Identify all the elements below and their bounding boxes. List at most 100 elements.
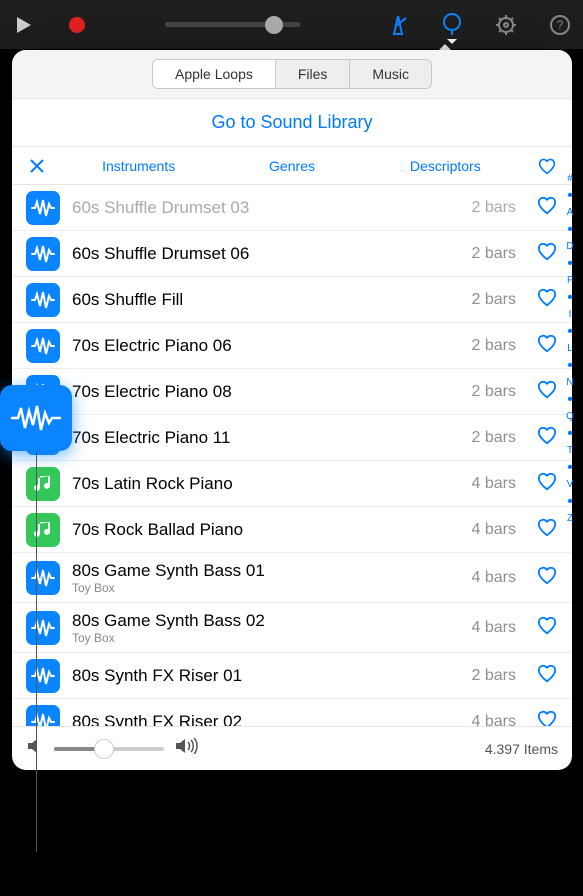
segment-music[interactable]: Music (350, 60, 431, 88)
index-letter[interactable]: Q (560, 408, 580, 425)
waveform-icon (26, 237, 60, 271)
loop-pack: Toy Box (72, 631, 460, 645)
play-icon[interactable] (10, 12, 36, 38)
index-letter[interactable]: D (560, 238, 580, 255)
volume-min-icon (26, 738, 44, 759)
loop-title: 70s Electric Piano 08 (72, 382, 460, 402)
loop-row-text: 80s Synth FX Riser 01 (72, 666, 460, 686)
loop-row-text: 60s Shuffle Drumset 06 (72, 244, 460, 264)
index-dot: • (560, 425, 580, 442)
segment-files[interactable]: Files (276, 60, 351, 88)
index-dot: • (560, 459, 580, 476)
index-dot: • (560, 391, 580, 408)
favorite-toggle[interactable] (536, 425, 558, 450)
favorite-toggle[interactable] (536, 565, 558, 590)
loop-title: 70s Latin Rock Piano (72, 474, 460, 494)
source-segmented-control: Apple Loops Files Music (12, 50, 572, 99)
loop-browser-panel: Apple Loops Files Music Go to Sound Libr… (12, 50, 572, 770)
loop-title: 70s Electric Piano 06 (72, 336, 460, 356)
playhead-thumb[interactable] (265, 16, 283, 34)
index-dot: • (560, 255, 580, 272)
loop-length: 2 bars (472, 429, 516, 447)
loop-row-text: 70s Electric Piano 11 (72, 428, 460, 448)
loop-row[interactable]: 60s Shuffle Drumset 03 2 bars (12, 185, 572, 231)
metronome-icon[interactable] (385, 12, 411, 38)
filter-tab-instruments[interactable]: Instruments (62, 158, 215, 174)
record-icon[interactable] (64, 12, 90, 38)
index-letter[interactable]: F (560, 272, 580, 289)
waveform-icon (26, 329, 60, 363)
index-letter[interactable]: A (560, 204, 580, 221)
index-dot: • (560, 289, 580, 306)
loop-row[interactable]: 80s Synth FX Riser 01 2 bars (12, 653, 572, 699)
index-dot: • (560, 221, 580, 238)
loop-title: 80s Game Synth Bass 02 (72, 611, 460, 631)
loop-row-text: 70s Rock Ballad Piano (72, 520, 460, 540)
loop-title: 60s Shuffle Drumset 03 (72, 198, 460, 218)
loop-length: 4 bars (472, 619, 516, 637)
favorite-toggle[interactable] (536, 333, 558, 358)
filter-bar: Instruments Genres Descriptors (12, 147, 572, 185)
loop-row[interactable]: 70s Electric Piano 062 bars (12, 323, 572, 369)
loop-row-text: 60s Shuffle Fill (72, 290, 460, 310)
loop-list[interactable]: 60s Shuffle Drumset 032 bars60s Shuffle … (12, 185, 572, 726)
loop-title: 80s Synth FX Riser 01 (72, 666, 460, 686)
loop-length: 2 bars (472, 199, 516, 217)
favorite-toggle[interactable] (536, 615, 558, 640)
loop-browser-icon[interactable] (439, 12, 465, 38)
loop-title: 70s Rock Ballad Piano (72, 520, 460, 540)
index-dot: • (560, 187, 580, 204)
loop-row-text: 60s Shuffle Drumset 03 (72, 198, 460, 218)
guide-line (36, 452, 37, 852)
loop-length: 2 bars (472, 291, 516, 309)
loop-row[interactable]: 70s Electric Piano 082 bars (12, 369, 572, 415)
filter-tab-descriptors[interactable]: Descriptors (369, 158, 522, 174)
clear-filters-button[interactable] (12, 157, 62, 175)
favorite-toggle[interactable] (536, 195, 558, 220)
loop-row[interactable]: 60s Shuffle Fill 2 bars (12, 277, 572, 323)
loop-length: 2 bars (472, 245, 516, 263)
loop-row[interactable]: 80s Game Synth Bass 02Toy Box 4 bars (12, 603, 572, 653)
loop-row[interactable]: 70s Latin Rock Piano 4 bars (12, 461, 572, 507)
loop-title: 60s Shuffle Drumset 06 (72, 244, 460, 264)
music-note-icon (26, 513, 60, 547)
alphabet-index[interactable]: #•A•D•F•I•L•N•Q•T•V•Z (560, 170, 580, 527)
loop-length: 4 bars (472, 521, 516, 539)
index-letter[interactable]: # (560, 170, 580, 187)
index-dot: • (560, 357, 580, 374)
index-letter[interactable]: L (560, 340, 580, 357)
index-letter[interactable]: N (560, 374, 580, 391)
dragged-loop-tile[interactable] (0, 385, 72, 451)
loop-row[interactable]: 70s Rock Ballad Piano 4 bars (12, 507, 572, 553)
favorite-toggle[interactable] (536, 241, 558, 266)
index-letter[interactable]: Z (560, 510, 580, 527)
filter-tab-genres[interactable]: Genres (215, 158, 368, 174)
loop-length: 2 bars (472, 667, 516, 685)
loop-title: 60s Shuffle Fill (72, 290, 460, 310)
waveform-icon (26, 561, 60, 595)
go-to-sound-library-link[interactable]: Go to Sound Library (12, 99, 572, 147)
favorite-toggle[interactable] (536, 287, 558, 312)
loop-length: 4 bars (472, 475, 516, 493)
music-note-icon (26, 467, 60, 501)
favorite-toggle[interactable] (536, 517, 558, 542)
help-icon[interactable]: ? (547, 12, 573, 38)
preview-volume-slider[interactable] (54, 747, 164, 751)
loop-row-text: 70s Latin Rock Piano (72, 474, 460, 494)
favorite-toggle[interactable] (536, 471, 558, 496)
index-letter[interactable]: I (560, 306, 580, 323)
index-letter[interactable]: T (560, 442, 580, 459)
favorite-toggle[interactable] (536, 663, 558, 688)
loop-row[interactable]: 70s Electric Piano 11 2 bars (12, 415, 572, 461)
loop-row[interactable]: 60s Shuffle Drumset 06 2 bars (12, 231, 572, 277)
loop-row[interactable]: 80s Synth FX Riser 024 bars (12, 699, 572, 726)
volume-max-icon (174, 738, 198, 759)
favorite-toggle[interactable] (536, 379, 558, 404)
loop-title: 70s Electric Piano 11 (72, 428, 460, 448)
favorite-toggle[interactable] (536, 709, 558, 726)
loop-row[interactable]: 80s Game Synth Bass 01Toy Box4 bars (12, 553, 572, 603)
waveform-icon (26, 191, 60, 225)
index-letter[interactable]: V (560, 476, 580, 493)
segment-apple-loops[interactable]: Apple Loops (153, 60, 276, 88)
settings-icon[interactable] (493, 12, 519, 38)
